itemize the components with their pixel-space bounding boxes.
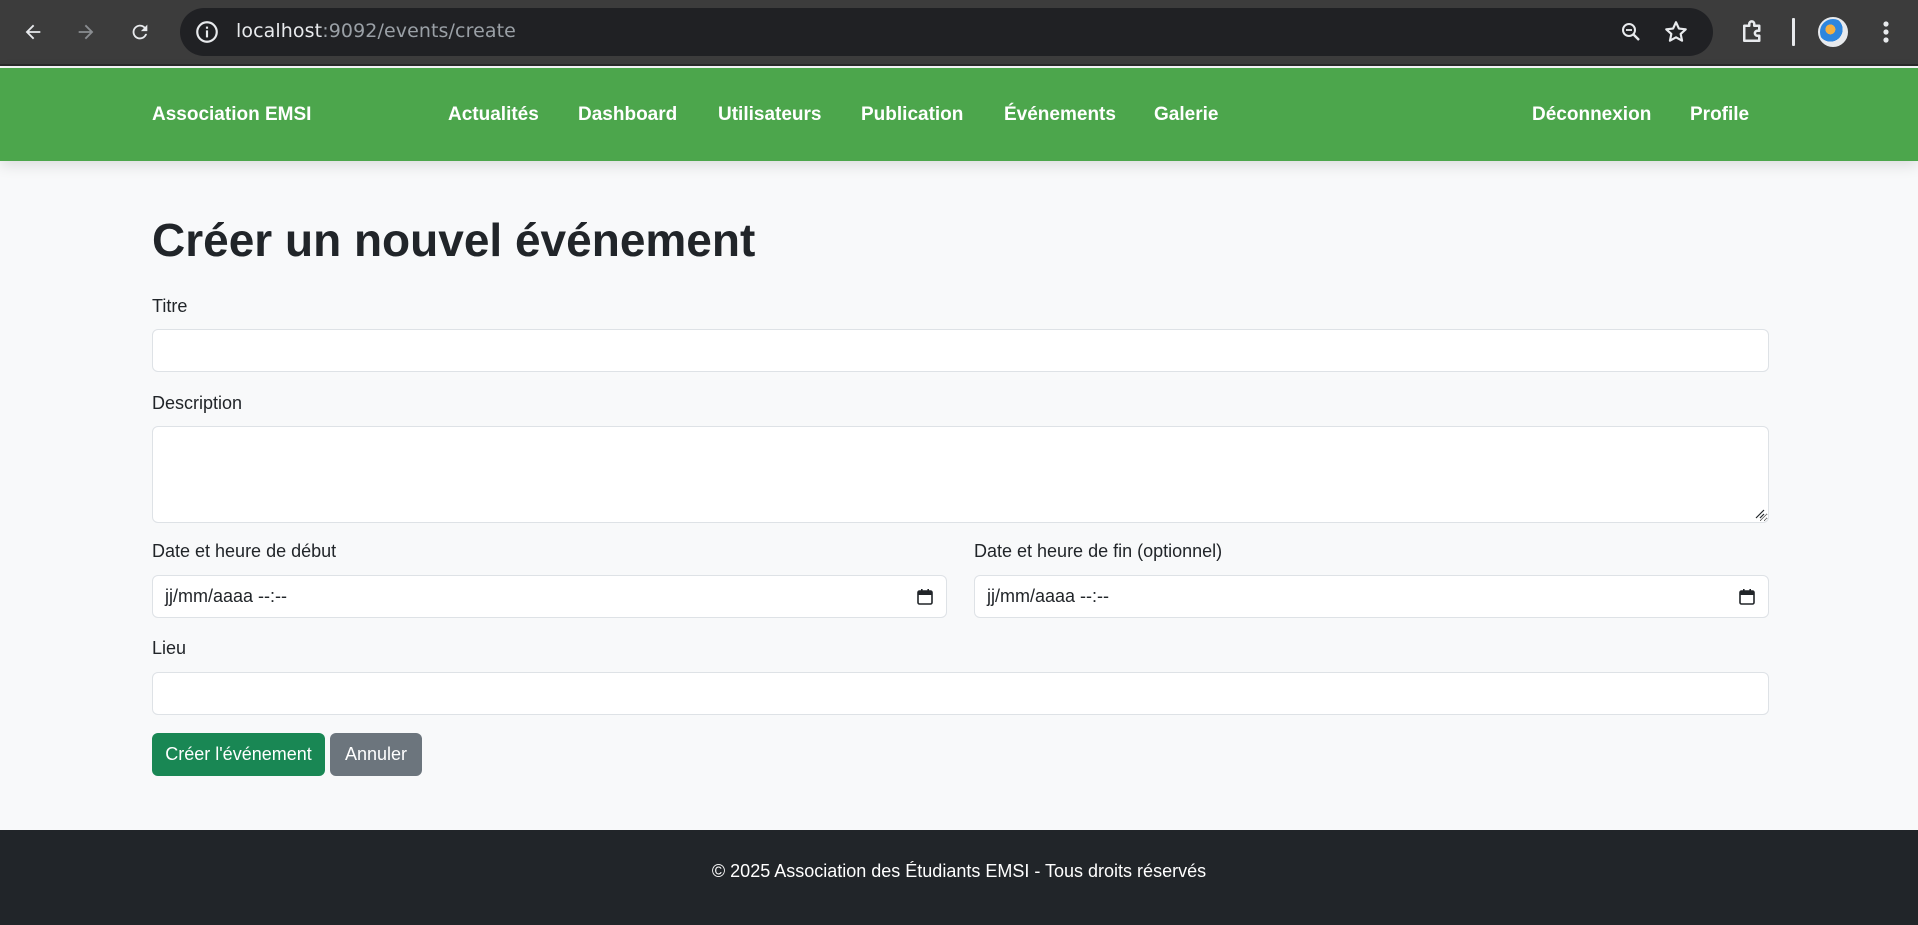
back-arrow-icon[interactable] [15, 14, 51, 50]
resize-handle-icon[interactable] [1753, 507, 1765, 519]
page-title: Créer un nouvel événement [152, 214, 756, 266]
nav-link-dashboard[interactable]: Dashboard [578, 104, 677, 126]
bookmark-star-icon[interactable] [1663, 19, 1689, 45]
calendar-icon[interactable] [916, 588, 934, 606]
nav-link-utilisateurs[interactable]: Utilisateurs [718, 104, 821, 126]
description-label: Description [152, 393, 243, 413]
nav-link-deconnexion[interactable]: Déconnexion [1532, 104, 1651, 126]
site-info-icon[interactable] [194, 19, 220, 45]
nav-link-galerie[interactable]: Galerie [1154, 104, 1218, 126]
debut-placeholder: jj/mm/aaaa --:-- [165, 586, 288, 606]
fin-label: Date et heure de fin (optionnel) [974, 541, 1223, 561]
more-menu-icon[interactable] [1876, 16, 1896, 48]
nav-link-evenements[interactable]: Événements [1004, 104, 1116, 126]
debut-label: Date et heure de début [152, 541, 337, 561]
titre-label: Titre [152, 296, 188, 316]
nav-link-actualites[interactable]: Actualités [448, 104, 539, 126]
site-navbar: Association EMSI Actualités Dashboard Ut… [0, 68, 1918, 161]
calendar-icon[interactable] [1738, 588, 1756, 606]
description-textarea[interactable] [152, 426, 1769, 523]
fin-datetime-input[interactable]: jj/mm/aaaa --:-- [974, 575, 1769, 618]
footer-copyright: © 2025 Association des Étudiants EMSI - … [711, 861, 1207, 881]
address-bar[interactable]: localhost:9092/events/create [180, 8, 1713, 56]
brand-link[interactable]: Association EMSI [152, 104, 311, 126]
fin-placeholder: jj/mm/aaaa --:-- [987, 586, 1110, 606]
lieu-input[interactable] [152, 672, 1769, 715]
lieu-label: Lieu [152, 638, 187, 658]
extensions-icon[interactable] [1738, 17, 1768, 47]
site-footer: © 2025 Association des Étudiants EMSI - … [0, 830, 1918, 925]
profile-avatar[interactable] [1818, 17, 1848, 47]
cancel-button[interactable]: Annuler [330, 733, 422, 776]
zoom-icon[interactable] [1619, 20, 1643, 44]
debut-datetime-input[interactable]: jj/mm/aaaa --:-- [152, 575, 947, 618]
create-event-button[interactable]: Créer l'événement [152, 733, 325, 776]
titre-input[interactable] [152, 329, 1769, 372]
nav-link-profile[interactable]: Profile [1690, 104, 1749, 126]
forward-arrow-icon[interactable] [68, 14, 104, 50]
nav-link-publication[interactable]: Publication [861, 104, 963, 126]
description-wrapper [152, 426, 1769, 523]
toolbar-separator [1792, 18, 1795, 46]
url-text[interactable]: localhost:9092/events/create [236, 20, 516, 42]
browser-toolbar: localhost:9092/events/create [0, 0, 1918, 66]
reload-icon[interactable] [122, 14, 158, 50]
